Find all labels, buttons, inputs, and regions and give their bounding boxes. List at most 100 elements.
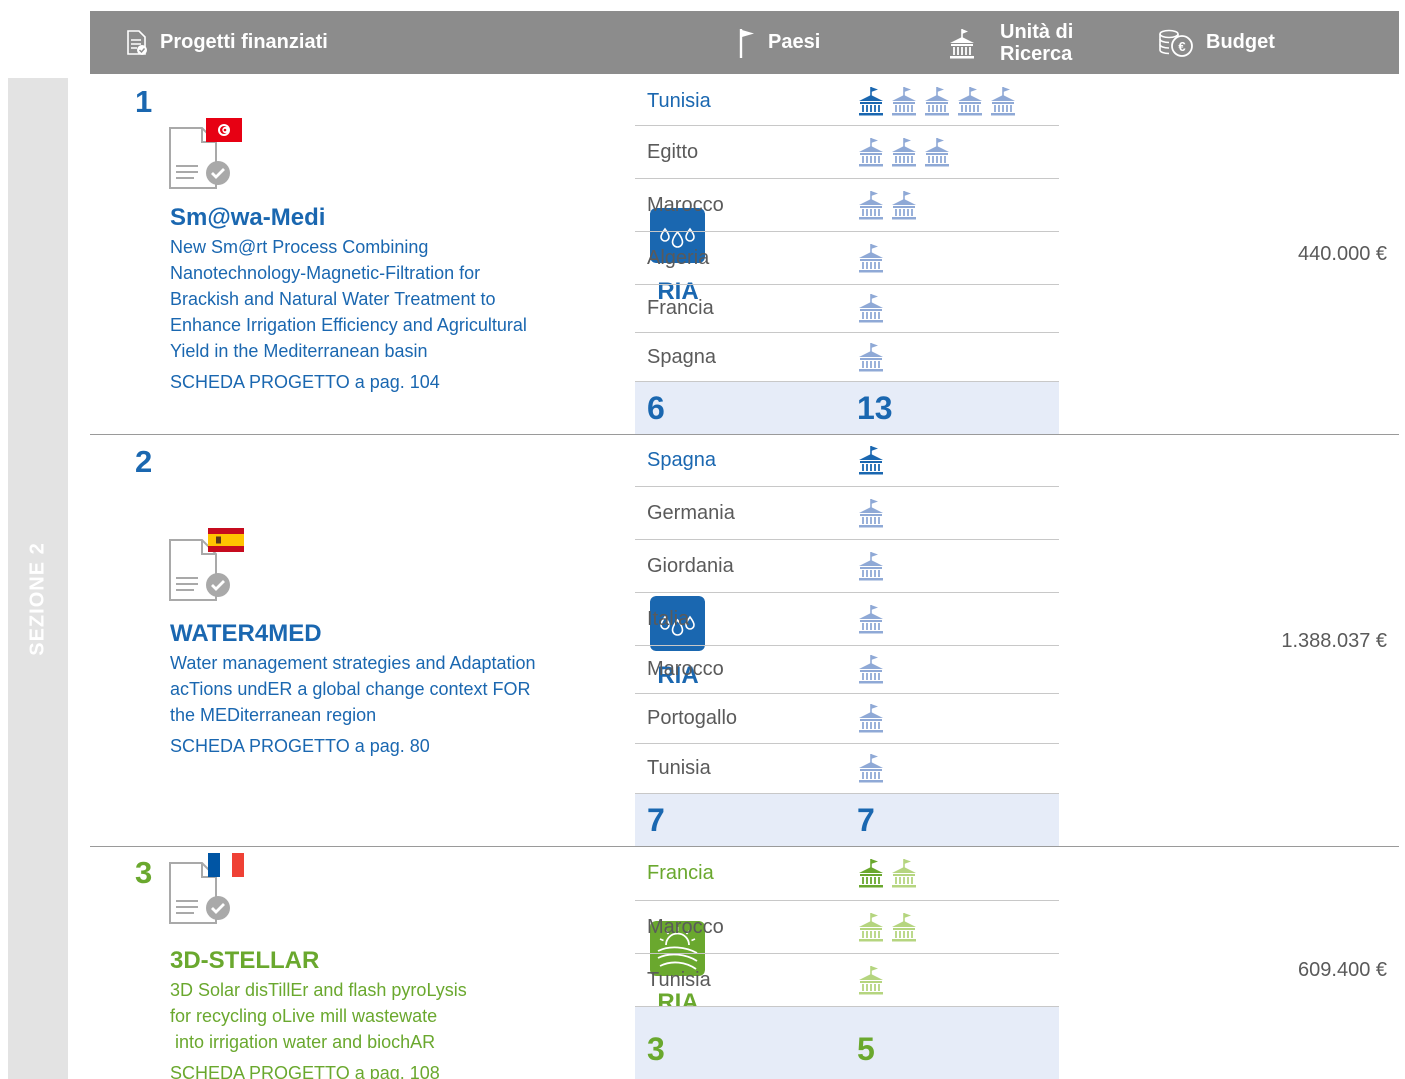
research-unit-icon bbox=[958, 87, 982, 116]
research-unit-icon bbox=[925, 137, 949, 166]
country-name: Francia bbox=[647, 862, 714, 884]
country-row: Tunisia bbox=[635, 744, 1059, 794]
country-row: Tunisia bbox=[635, 954, 1059, 1007]
description-line: the MEDiterranean region bbox=[170, 705, 377, 725]
research-unit-icon bbox=[859, 87, 883, 116]
country-row: Francia bbox=[635, 285, 1059, 333]
research-unit-icons bbox=[857, 551, 885, 581]
country-row: Francia bbox=[635, 847, 1059, 901]
total-countries: 6 bbox=[647, 390, 665, 426]
country-row: Giordania bbox=[635, 540, 1059, 593]
research-unit-icons bbox=[857, 293, 885, 323]
flag-icon bbox=[739, 28, 754, 58]
totals-row: 77 bbox=[635, 794, 1059, 846]
project-budget: 609.400 € bbox=[1298, 959, 1387, 981]
research-unit-icon bbox=[859, 294, 883, 323]
description-line: into irrigation water and biochAR bbox=[170, 1032, 436, 1052]
research-unit-icons bbox=[857, 965, 885, 995]
research-unit-icons bbox=[857, 86, 1017, 116]
france-flag-icon bbox=[208, 853, 244, 877]
country-row: Egitto bbox=[635, 126, 1059, 179]
research-unit-icon bbox=[859, 912, 883, 941]
header-research-units-line1: Unità di bbox=[1000, 20, 1074, 43]
project-budget: 1.388.037 € bbox=[1281, 630, 1387, 652]
research-unit-icons bbox=[857, 654, 885, 684]
description-line: Water management strategies and Adaptati… bbox=[170, 653, 536, 673]
country-row: Tunisia bbox=[635, 78, 1059, 126]
project-title: WATER4MED bbox=[170, 620, 322, 647]
country-row: Marocco bbox=[635, 901, 1059, 954]
header-countries: Paesi bbox=[738, 11, 820, 74]
country-name: Spagna bbox=[647, 448, 716, 471]
spain-flag-icon bbox=[208, 528, 244, 552]
project-sheet-link[interactable]: SCHEDA PROGETTO a pag. 80 bbox=[170, 736, 430, 757]
description-line: Brackish and Natural Water Treatment to bbox=[170, 289, 496, 309]
project-description: 3D Solar disTillEr and flash pyroLysis f… bbox=[170, 977, 610, 1055]
project-title: 3D-STELLAR bbox=[170, 947, 320, 974]
research-unit-icon bbox=[892, 87, 916, 116]
research-unit-icon bbox=[859, 243, 883, 272]
header-countries-label: Paesi bbox=[768, 31, 821, 53]
description-line: Yield in the Mediterranean basin bbox=[170, 341, 428, 361]
document-icon bbox=[127, 29, 147, 55]
coins-euro-icon: € bbox=[1159, 29, 1193, 57]
country-name: Marocco bbox=[647, 193, 724, 216]
country-row: Marocco bbox=[635, 179, 1059, 232]
country-name: Tunisia bbox=[647, 90, 711, 112]
research-unit-icons bbox=[857, 858, 918, 888]
header-projects: Progetti finanziati bbox=[126, 11, 328, 74]
country-row: Spagna bbox=[635, 434, 1059, 487]
description-line: 3D Solar disTillEr and flash pyroLysis bbox=[170, 980, 467, 1000]
research-unit-icons bbox=[857, 604, 885, 634]
project-title: Sm@wa-Medi bbox=[170, 204, 326, 231]
total-research-units: 5 bbox=[857, 1031, 875, 1067]
research-unit-icon bbox=[859, 190, 883, 219]
country-name: Tunisia bbox=[647, 757, 711, 779]
description-line: acTions undER a global change context FO… bbox=[170, 679, 531, 699]
country-row: Portogallo bbox=[635, 694, 1059, 744]
description-line: for recycling oLive mill wastewate bbox=[170, 1006, 438, 1026]
research-unit-icon bbox=[892, 137, 916, 166]
country-name: Francia bbox=[647, 297, 714, 319]
country-name: Spagna bbox=[647, 345, 716, 368]
country-row: Algeria bbox=[635, 232, 1059, 285]
country-name: Algeria bbox=[647, 246, 710, 269]
description-line: Enhance Irrigation Efficiency and Agricu… bbox=[170, 315, 527, 335]
country-row: Marocco bbox=[635, 646, 1059, 694]
svg-text:€: € bbox=[1178, 39, 1185, 54]
header-research-units: Unità di Ricerca bbox=[948, 11, 1073, 74]
research-unit-icons bbox=[857, 445, 885, 475]
country-name: Giordania bbox=[647, 554, 734, 577]
country-row: Spagna bbox=[635, 333, 1059, 382]
description-line: Nanotechnology-Magnetic-Filtration for bbox=[170, 263, 481, 283]
country-name: Italia bbox=[647, 607, 690, 630]
description-line: New Sm@rt Process Combining bbox=[170, 237, 429, 257]
country-name: Tunisia bbox=[647, 968, 711, 991]
research-unit-icons bbox=[857, 912, 918, 942]
research-unit-icon bbox=[859, 754, 883, 783]
project-number: 3 bbox=[135, 855, 153, 890]
research-unit-icon bbox=[859, 551, 883, 580]
country-name: Portogallo bbox=[647, 707, 738, 729]
research-unit-icons bbox=[857, 137, 951, 167]
totals-row: 6 13 bbox=[635, 382, 1059, 434]
institution-icon bbox=[950, 28, 974, 58]
project-sheet-link[interactable]: SCHEDA PROGETTO a pag. 104 bbox=[170, 372, 440, 393]
country-row: Germania bbox=[635, 487, 1059, 540]
tunisia-flag-icon bbox=[206, 118, 242, 142]
research-unit-icon bbox=[859, 655, 883, 684]
total-countries: 3 bbox=[647, 1031, 665, 1067]
table-header: Progetti finanziati Paesi Unità di Ricer… bbox=[90, 11, 1399, 74]
project-sheet-link[interactable]: SCHEDA PROGETTO a pag. 108 bbox=[170, 1063, 440, 1079]
research-unit-icon bbox=[859, 137, 883, 166]
research-unit-icons bbox=[857, 753, 885, 783]
header-projects-label: Progetti finanziati bbox=[160, 31, 328, 53]
research-unit-icons bbox=[857, 190, 918, 220]
country-row: Italia bbox=[635, 593, 1059, 646]
header-budget: € Budget bbox=[1158, 11, 1275, 74]
research-unit-icon bbox=[892, 190, 916, 219]
research-unit-icon bbox=[925, 87, 949, 116]
country-name: Germania bbox=[647, 501, 735, 524]
research-unit-icons bbox=[857, 342, 885, 372]
header-budget-label: Budget bbox=[1206, 31, 1275, 53]
